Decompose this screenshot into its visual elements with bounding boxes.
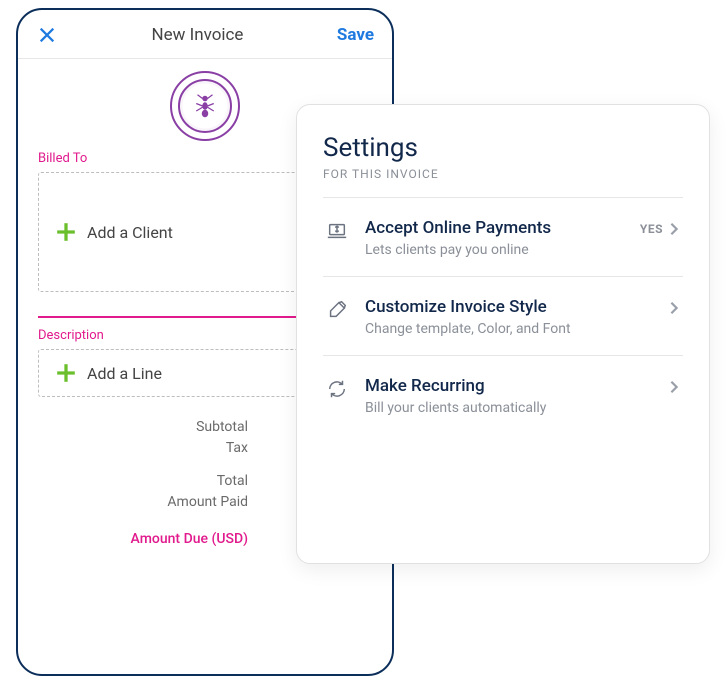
close-icon[interactable] <box>36 24 58 46</box>
plus-icon <box>55 221 77 243</box>
settings-row-value <box>663 301 683 315</box>
phone-header: New Invoice Save <box>18 10 392 59</box>
amount-due-label: Amount Due (USD) <box>42 529 288 552</box>
settings-row-desc: Change template, Color, and Font <box>365 321 663 337</box>
settings-title: Settings <box>323 133 683 163</box>
settings-row-title: Customize Invoice Style <box>365 297 663 317</box>
settings-row-desc: Lets clients pay you online <box>365 242 640 258</box>
settings-row-title: Accept Online Payments <box>365 218 640 238</box>
settings-row-title: Make Recurring <box>365 376 663 396</box>
settings-panel: Settings FOR THIS INVOICE Accept Online … <box>296 104 710 564</box>
page-title: New Invoice <box>151 25 243 45</box>
paintbrush-icon <box>323 299 351 321</box>
total-label: Total <box>42 471 288 492</box>
amount-paid-label: Amount Paid <box>42 492 288 513</box>
add-line-label: Add a Line <box>87 364 162 383</box>
tax-label: Tax <box>42 438 288 459</box>
settings-row-desc: Bill your clients automatically <box>365 400 663 416</box>
settings-subtitle: FOR THIS INVOICE <box>323 167 683 181</box>
settings-row-value <box>663 380 683 394</box>
yes-badge: YES <box>640 222 663 236</box>
ant-logo-icon <box>190 91 220 121</box>
settings-row-payments[interactable]: Accept Online Payments Lets clients pay … <box>323 198 683 276</box>
settings-row-recurring[interactable]: Make Recurring Bill your clients automat… <box>323 356 683 434</box>
subtotal-label: Subtotal <box>42 417 288 438</box>
laptop-dollar-icon <box>323 220 351 242</box>
chevron-right-icon <box>669 380 683 394</box>
settings-row-value: YES <box>640 222 683 236</box>
recurring-icon <box>323 378 351 400</box>
chevron-right-icon <box>669 222 683 236</box>
settings-row-customize[interactable]: Customize Invoice Style Change template,… <box>323 277 683 355</box>
plus-icon <box>55 362 77 384</box>
save-button[interactable]: Save <box>337 25 374 45</box>
chevron-right-icon <box>669 301 683 315</box>
add-client-label: Add a Client <box>87 223 173 242</box>
